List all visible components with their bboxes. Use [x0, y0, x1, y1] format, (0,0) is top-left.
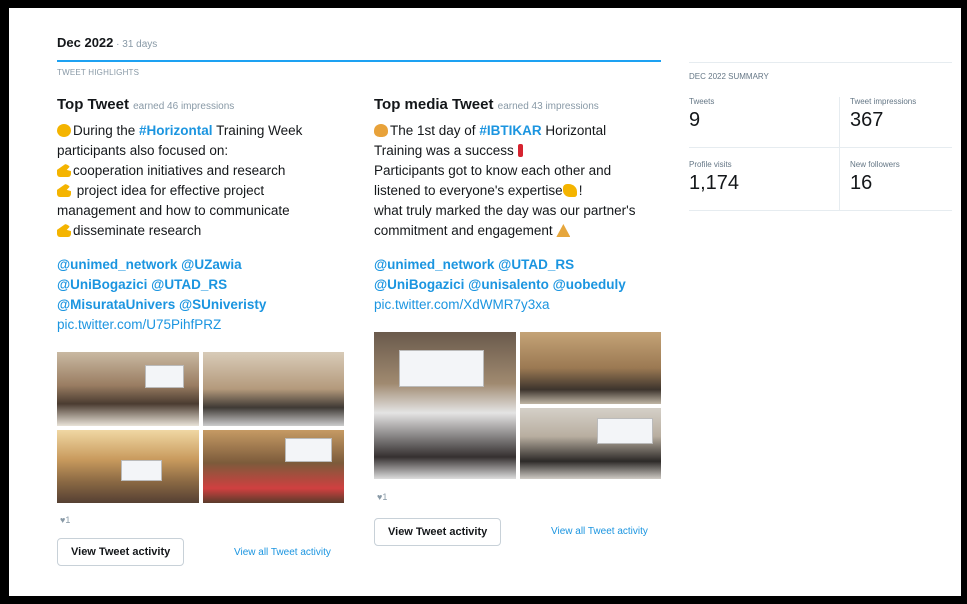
top-tweet-mentions[interactable]: @unimed_network @UZawia @UniBogazici @UT… — [57, 255, 347, 315]
hand-emoji-icon — [57, 164, 71, 177]
tweet-line: The 1st day of #IBTIKAR Horizontal — [374, 121, 664, 141]
tweet-text-segment: disseminate research — [73, 223, 202, 238]
summary-divider — [689, 210, 952, 211]
tweet-line: Training was a success — [374, 141, 664, 161]
stat-new-followers: New followers 16 — [850, 160, 900, 194]
projector-screen — [120, 460, 163, 482]
top-tweet-pic-link[interactable]: pic.twitter.com/U75PihfPRZ — [57, 315, 347, 335]
summary-divider — [689, 147, 952, 148]
tweet-text-segment: cooperation initiatives and research — [73, 163, 286, 178]
tweet-text-segment: Training Week — [212, 123, 303, 138]
mention-line[interactable]: @UniBogazici @UTAD_RS — [57, 275, 347, 295]
highlights-rule — [57, 60, 661, 62]
tweet-line: commitment and engagement — [374, 221, 664, 241]
tweet-photo[interactable] — [57, 429, 199, 503]
projector-screen — [597, 417, 654, 444]
summary-rule — [689, 62, 952, 63]
top-tweet-card: Top Tweet earned 46 impressions During t… — [57, 96, 347, 335]
view-tweet-activity-button[interactable]: View Tweet activity — [57, 538, 185, 566]
summary-divider — [839, 97, 840, 210]
tweet-line: During the #Horizontal Training Week — [57, 121, 347, 141]
top-media-tweet-likes: ♥1 — [377, 492, 388, 502]
mention-line[interactable]: @UniBogazici @unisalento @uobeduly — [374, 275, 664, 295]
projector-screen — [284, 438, 332, 463]
view-media-tweet-activity-button[interactable]: View Tweet activity — [374, 518, 502, 546]
tweet-photo[interactable] — [374, 332, 516, 479]
tweet-text-segment: Horizontal — [541, 123, 607, 138]
projector-screen — [144, 365, 184, 388]
top-media-tweet-earned: earned 43 impressions — [497, 101, 599, 112]
stat-tweets: Tweets 9 — [689, 97, 715, 131]
top-media-tweet-card: Top media Tweet earned 43 impressions Th… — [374, 96, 664, 315]
mention-line[interactable]: @unimed_network @UTAD_RS — [374, 255, 664, 275]
hand-emoji-icon — [57, 184, 71, 197]
top-media-tweet-pic-link[interactable]: pic.twitter.com/XdWMR7y3xa — [374, 295, 664, 315]
pray-emoji-icon — [556, 224, 571, 237]
projector-screen — [399, 349, 484, 387]
tweet-text-segment: what truly marked the day was our partne… — [374, 203, 636, 218]
tweet-line: cooperation initiatives and research — [57, 161, 347, 181]
clap-emoji-icon — [374, 124, 388, 137]
hashtag-link[interactable]: #IBTIKAR — [479, 123, 541, 138]
stat-profile-visits: Profile visits 1,174 — [689, 160, 740, 194]
tweet-line: Participants got to know each other and — [374, 161, 664, 181]
tweet-text-segment: The 1st day of — [390, 123, 480, 138]
tweet-text-segment: project idea for effective project — [73, 183, 265, 198]
top-media-tweet-title: Top media Tweet earned 43 impressions — [374, 96, 599, 113]
period-month: Dec 2022 — [57, 35, 114, 50]
tweet-line: disseminate research — [57, 221, 347, 241]
top-media-tweet-photo-grid[interactable] — [374, 332, 661, 479]
view-all-media-tweet-activity-link[interactable]: View all Tweet activity — [551, 526, 648, 537]
top-tweet-likes: ♥1 — [60, 515, 71, 525]
top-tweet-photo-grid[interactable] — [57, 352, 344, 503]
tweet-line: management and how to communicate — [57, 201, 347, 221]
top-tweet-earned: earned 46 impressions — [133, 101, 235, 112]
tweet-text-segment: Training was a success — [374, 143, 518, 158]
hand-emoji-icon — [57, 224, 71, 237]
tweet-photo[interactable] — [57, 352, 199, 426]
top-tweet-title: Top Tweet earned 46 impressions — [57, 96, 235, 113]
tweet-photo[interactable] — [519, 332, 661, 404]
tweet-line: listened to everyone's expertise! — [374, 181, 664, 201]
tweet-line: participants also focused on: — [57, 141, 347, 161]
tweet-text-segment: listened to everyone's expertise — [374, 183, 563, 198]
tweet-photo[interactable] — [519, 407, 661, 479]
excl-emoji-icon — [517, 144, 523, 157]
tweet-text-segment: Participants got to know each other and — [374, 163, 612, 178]
hashtag-link[interactable]: #Horizontal — [139, 123, 213, 138]
period-days: · 31 days — [113, 39, 158, 50]
tweet-photo[interactable] — [202, 352, 344, 426]
top-tweet-text: During the #Horizontal Training Week part… — [57, 121, 347, 241]
top-media-tweet-mentions[interactable]: @unimed_network @UTAD_RS @UniBogazici @u… — [374, 255, 664, 295]
tweet-line: what truly marked the day was our partne… — [374, 201, 664, 221]
face-emoji-icon — [57, 124, 71, 137]
tweet-line: project idea for effective project — [57, 181, 347, 201]
period-header: Dec 2022 · 31 days — [57, 35, 157, 50]
summary-label: DEC 2022 SUMMARY — [689, 72, 769, 81]
tweet-text-segment: participants also focused on: — [57, 143, 229, 158]
mention-line[interactable]: @unimed_network @UZawia — [57, 255, 347, 275]
tweet-text-segment: management and how to communicate — [57, 203, 290, 218]
mention-line[interactable]: @MisurataUnivers @SUniveristy — [57, 295, 347, 315]
view-all-tweet-activity-link[interactable]: View all Tweet activity — [234, 547, 331, 558]
tweet-text-segment: ! — [578, 183, 583, 198]
muscle-emoji-icon — [562, 184, 577, 197]
stat-impressions: Tweet impressions 367 — [850, 97, 917, 131]
tweet-highlights-label: TWEET HIGHLIGHTS — [57, 68, 140, 77]
tweet-text-segment: commitment and engagement — [374, 223, 557, 238]
tweet-photo[interactable] — [202, 429, 344, 503]
top-media-tweet-text: The 1st day of #IBTIKAR Horizontal Traini… — [374, 121, 664, 241]
tweet-text-segment: During the — [73, 123, 140, 138]
